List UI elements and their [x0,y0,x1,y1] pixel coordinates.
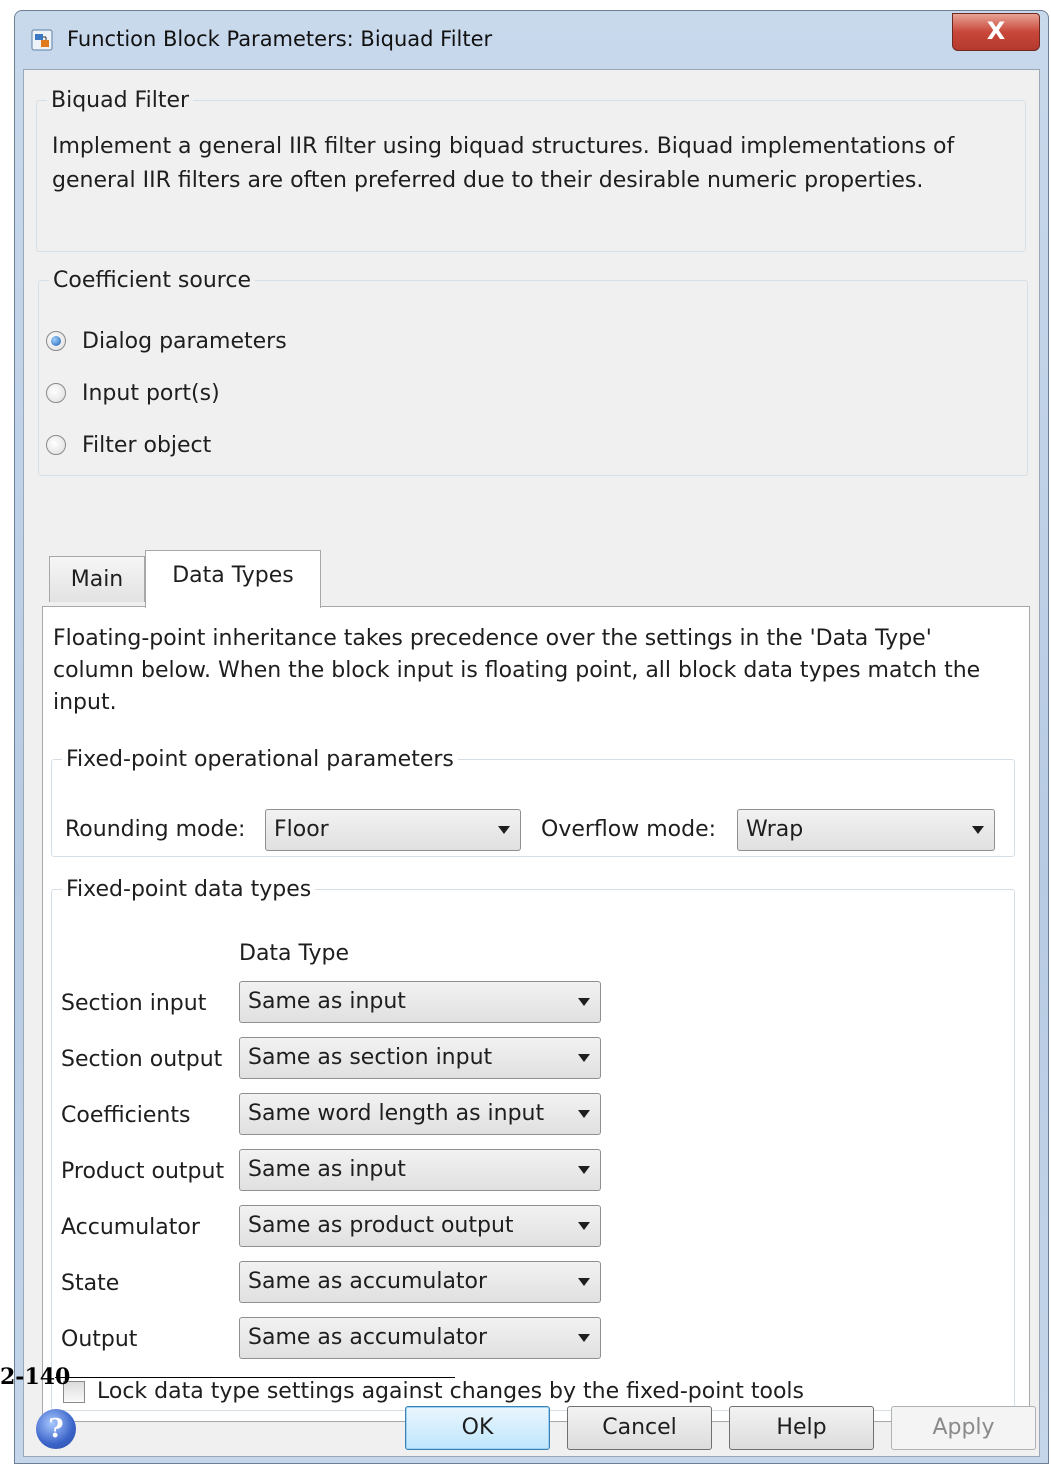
row-label-product-output: Product output [61,1159,225,1184]
dialog-client-area: Biquad Filter Implement a general IIR fi… [23,69,1040,1457]
overflow-mode-select[interactable]: Wrap [737,809,995,851]
select-value: Same as input [248,989,406,1014]
rounding-mode-label: Rounding mode: [65,817,246,842]
data-type-column-header: Data Type [239,941,350,966]
radio-input-ports[interactable]: Input port(s) [46,378,220,408]
rounding-mode-value: Floor [274,817,329,842]
row-label-coefficients: Coefficients [61,1103,191,1128]
row-label-section-output: Section output [61,1047,223,1072]
overflow-mode-label: Overflow mode: [541,817,717,842]
overflow-mode-value: Wrap [746,817,804,842]
biquad-filter-legend: Biquad Filter [51,88,190,113]
chevron-down-icon [498,826,510,834]
accumulator-select[interactable]: Same as product output [239,1205,601,1247]
tab-data-types[interactable]: Data Types [145,550,321,608]
chevron-down-icon [578,1110,590,1118]
simulink-block-icon [31,29,53,51]
radio-label: Dialog parameters [82,328,287,354]
data-types-panel: Floating-point inheritance takes precede… [42,606,1030,1422]
floating-point-note: Floating-point inheritance takes precede… [53,626,981,715]
chevron-down-icon [578,1222,590,1230]
operational-parameters-legend: Fixed-point operational parameters [66,747,454,772]
rounding-mode-select[interactable]: Floor [265,809,521,851]
chevron-down-icon [578,998,590,1006]
select-value: Same as section input [248,1045,493,1070]
window-title: Function Block Parameters: Biquad Filter [67,27,493,51]
help-icon[interactable]: ? [36,1409,76,1449]
output-select[interactable]: Same as accumulator [239,1317,601,1359]
select-value: Same word length as input [248,1101,545,1126]
help-button[interactable]: Help [729,1406,874,1450]
radio-dialog-parameters[interactable]: Dialog parameters [46,326,287,356]
chevron-down-icon [578,1166,590,1174]
cancel-button[interactable]: Cancel [567,1406,712,1450]
radio-label: Input port(s) [82,380,220,406]
chevron-down-icon [578,1278,590,1286]
apply-button[interactable]: Apply [891,1406,1036,1450]
chevron-down-icon [578,1334,590,1342]
select-value: Same as accumulator [248,1325,488,1350]
row-label-state: State [61,1271,120,1296]
fixed-point-data-types-legend: Fixed-point data types [66,877,312,902]
section-input-select[interactable]: Same as input [239,981,601,1023]
radio-filter-object[interactable]: Filter object [46,430,211,460]
product-output-select[interactable]: Same as input [239,1149,601,1191]
radio-label: Filter object [82,432,212,458]
coefficients-select[interactable]: Same word length as input [239,1093,601,1135]
select-value: Same as accumulator [248,1269,488,1294]
radio-selected-icon [46,331,66,351]
dialog-window: Function Block Parameters: Biquad Filter… [14,10,1049,1464]
row-label-accumulator: Accumulator [61,1215,200,1240]
chevron-down-icon [972,826,984,834]
section-output-select[interactable]: Same as section input [239,1037,601,1079]
select-value: Same as product output [248,1213,514,1238]
block-description: Implement a general IIR filter using biq… [52,134,955,193]
select-value: Same as input [248,1157,406,1182]
state-select[interactable]: Same as accumulator [239,1261,601,1303]
chevron-down-icon [578,1054,590,1062]
row-label-output: Output [61,1327,138,1352]
coefficient-source-legend: Coefficient source [53,268,251,293]
title-bar[interactable]: Function Block Parameters: Biquad Filter… [15,11,1048,69]
tab-main[interactable]: Main [49,556,145,602]
row-label-section-input: Section input [61,991,207,1016]
radio-unselected-icon [46,435,66,455]
lock-data-type-label: Lock data type settings against changes … [97,1379,804,1404]
ok-button[interactable]: OK [405,1406,550,1450]
close-button[interactable]: X [952,13,1040,51]
page-divider [55,1377,455,1378]
radio-unselected-icon [46,383,66,403]
